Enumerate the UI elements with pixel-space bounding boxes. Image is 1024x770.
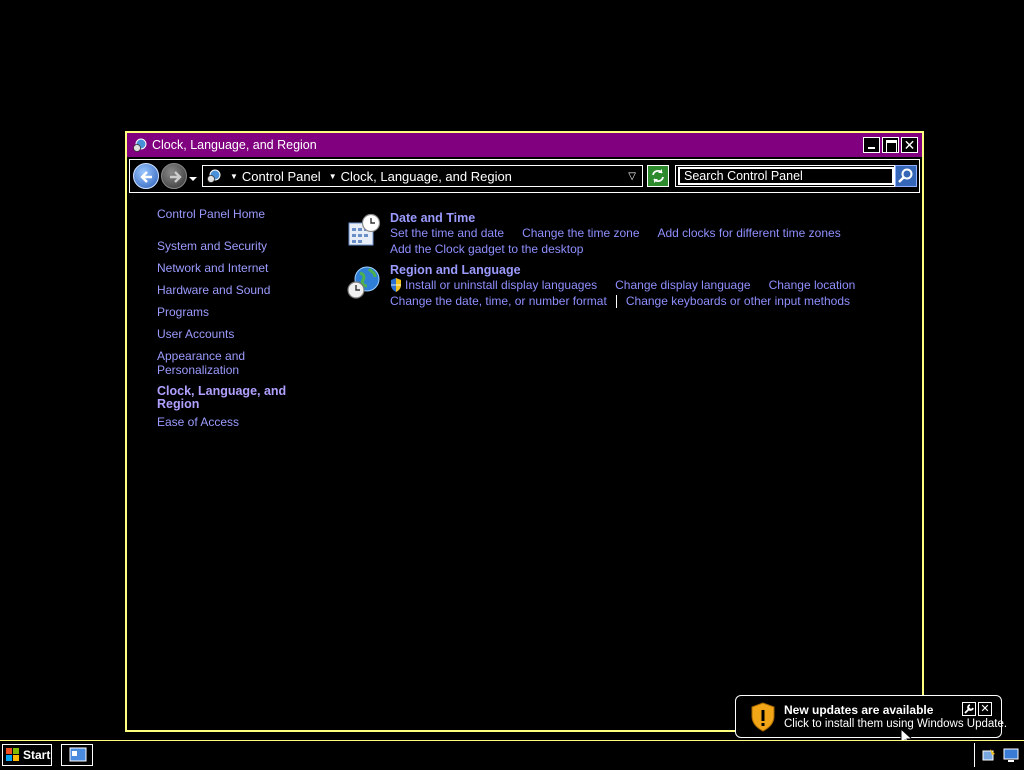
nav-programs[interactable]: Programs: [157, 305, 327, 319]
windows-logo-icon: [6, 748, 19, 761]
notification-text: Click to install them using Windows Upda…: [784, 718, 1008, 730]
system-tray: [974, 743, 1024, 767]
change-time-zone-link[interactable]: Change the time zone: [522, 225, 639, 241]
address-dropdown-icon[interactable]: ▽: [628, 171, 636, 182]
refresh-button[interactable]: [647, 165, 669, 187]
uac-shield-icon: [390, 278, 402, 292]
breadcrumb-current[interactable]: Clock, Language, and Region: [341, 169, 512, 184]
add-clocks-link[interactable]: Add clocks for different time zones: [658, 225, 841, 241]
network-tray-icon[interactable]: [1003, 747, 1019, 763]
wrench-icon: [964, 704, 974, 714]
change-date-time-number-format-link[interactable]: Change the date, time, or number format: [390, 293, 607, 309]
taskbar-control-panel-button[interactable]: [61, 744, 93, 766]
close-button[interactable]: ✕: [901, 137, 918, 153]
nav-user-accounts[interactable]: User Accounts: [157, 327, 327, 341]
separator: [615, 294, 617, 308]
add-clock-gadget-link[interactable]: Add the Clock gadget to the desktop: [390, 241, 583, 257]
start-button[interactable]: Start: [2, 744, 52, 766]
options-button[interactable]: [962, 702, 976, 716]
balloon-close-button[interactable]: ✕: [978, 702, 992, 716]
nav-appearance-and-personalization[interactable]: Appearance and Personalization: [157, 349, 327, 377]
nav-ease-of-access[interactable]: Ease of Access: [157, 415, 327, 429]
forward-arrow-icon: [170, 171, 182, 183]
search-icon: [898, 168, 913, 183]
notification-title: New updates are available: [784, 703, 934, 717]
start-label: Start: [23, 748, 51, 762]
taskbar: Start: [0, 740, 1024, 768]
install-display-languages-link[interactable]: Install or uninstall display languages: [405, 277, 597, 293]
forward-button[interactable]: [161, 163, 187, 189]
search-input[interactable]: [678, 167, 894, 185]
nav-system-and-security[interactable]: System and Security: [157, 239, 327, 253]
windows-update-tray-icon[interactable]: [981, 747, 997, 763]
back-button[interactable]: [133, 163, 159, 189]
breadcrumb-arrow-icon[interactable]: ▼: [329, 172, 337, 181]
set-time-and-date-link[interactable]: Set the time and date: [390, 225, 504, 241]
breadcrumb-control-panel[interactable]: Control Panel: [242, 169, 321, 184]
recent-pages-dropdown[interactable]: [188, 171, 198, 181]
change-keyboards-link[interactable]: Change keyboards or other input methods: [626, 293, 850, 309]
control-panel-window: Clock, Language, and Region ✕ ▼ Control …: [125, 131, 924, 732]
notification-balloon[interactable]: New updates are available Click to insta…: [735, 695, 1007, 738]
breadcrumb-arrow-icon[interactable]: ▼: [230, 172, 238, 181]
warning-shield-icon: [750, 702, 776, 732]
search-button[interactable]: [895, 165, 917, 187]
control-panel-icon: [206, 168, 222, 184]
nav-hardware-and-sound[interactable]: Hardware and Sound: [157, 283, 327, 297]
back-arrow-icon: [140, 171, 152, 183]
search-box: [675, 165, 917, 187]
maximize-button[interactable]: [882, 137, 899, 153]
control-panel-home-link[interactable]: Control Panel Home: [157, 207, 327, 221]
window-app-icon: [69, 747, 87, 762]
control-panel-icon: [132, 137, 148, 153]
chevron-down-icon: [189, 177, 197, 181]
window-title: Clock, Language, and Region: [152, 138, 317, 152]
change-location-link[interactable]: Change location: [769, 277, 856, 293]
calendar-clock-icon[interactable]: [347, 213, 381, 247]
minimize-button[interactable]: [863, 137, 880, 153]
date-and-time-title-link[interactable]: Date and Time: [390, 211, 850, 225]
title-bar[interactable]: Clock, Language, and Region ✕: [127, 133, 922, 157]
globe-clock-icon[interactable]: [347, 265, 381, 299]
region-and-language-title-link[interactable]: Region and Language: [390, 263, 850, 277]
caption-buttons: ✕: [863, 137, 918, 153]
navigation-bar: ▼ Control Panel ▼ Clock, Language, and R…: [129, 159, 920, 193]
nav-clock-language-region-current[interactable]: Clock, Language, and Region: [157, 385, 327, 411]
change-display-language-link[interactable]: Change display language: [615, 277, 750, 293]
address-bar[interactable]: ▼ Control Panel ▼ Clock, Language, and R…: [202, 165, 643, 187]
refresh-icon: [652, 169, 664, 183]
nav-network-and-internet[interactable]: Network and Internet: [157, 261, 327, 275]
left-navigation-pane: Control Panel Home System and Security N…: [157, 207, 327, 437]
